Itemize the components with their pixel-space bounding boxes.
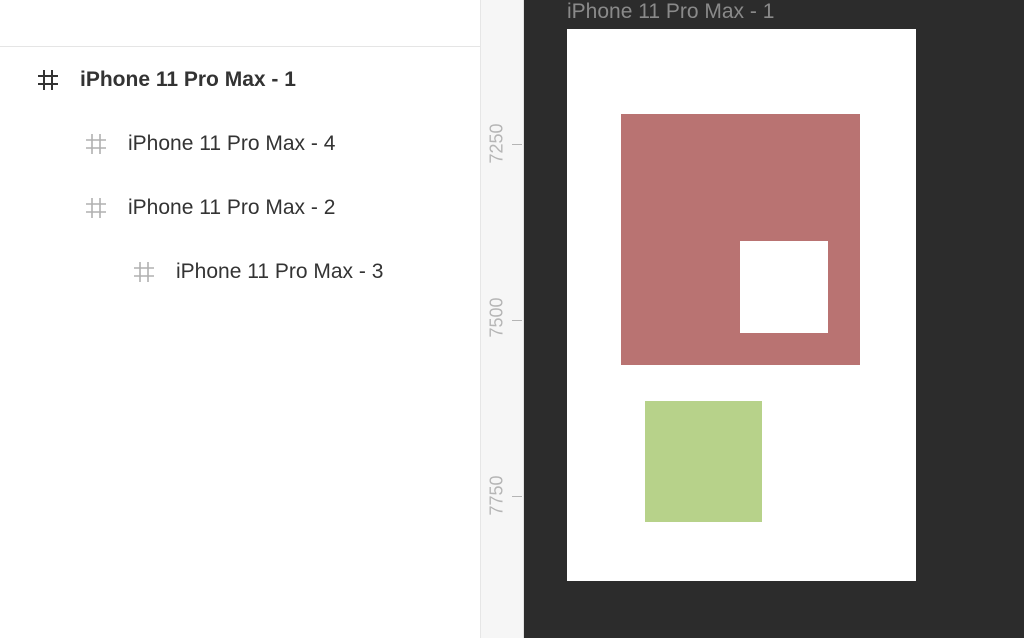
layer-label: iPhone 11 Pro Max - 2 bbox=[128, 196, 336, 219]
frame-icon bbox=[84, 132, 108, 156]
ruler-tick bbox=[512, 320, 522, 321]
layer-label: iPhone 11 Pro Max - 1 bbox=[80, 68, 296, 91]
layers-panel: iPhone 11 Pro Max - 1 iPhone 11 Pro Max … bbox=[0, 0, 480, 638]
ruler-tick bbox=[512, 496, 522, 497]
panel-divider bbox=[0, 46, 480, 47]
layer-item-iphone-11-pro-max-3[interactable]: iPhone 11 Pro Max - 3 bbox=[0, 252, 480, 292]
frame-icon bbox=[36, 68, 60, 92]
layer-item-iphone-11-pro-max-2[interactable]: iPhone 11 Pro Max - 2 bbox=[0, 188, 480, 228]
layer-item-iphone-11-pro-max-1[interactable]: iPhone 11 Pro Max - 1 bbox=[0, 60, 480, 100]
ruler-label: 7750 bbox=[486, 475, 507, 516]
layer-label: iPhone 11 Pro Max - 4 bbox=[128, 132, 336, 155]
frame-iphone-11-pro-max-2[interactable] bbox=[645, 401, 762, 522]
frame-icon bbox=[84, 196, 108, 220]
frame-icon bbox=[132, 260, 156, 284]
ruler-tick bbox=[512, 144, 522, 145]
frame-title[interactable]: iPhone 11 Pro Max - 1 bbox=[567, 0, 774, 24]
ruler-label: 7500 bbox=[486, 297, 507, 338]
frame-iphone-11-pro-max-3[interactable] bbox=[740, 241, 828, 333]
ruler-label: 7250 bbox=[486, 123, 507, 164]
layer-item-iphone-11-pro-max-4[interactable]: iPhone 11 Pro Max - 4 bbox=[0, 124, 480, 164]
layer-label: iPhone 11 Pro Max - 3 bbox=[176, 260, 384, 283]
